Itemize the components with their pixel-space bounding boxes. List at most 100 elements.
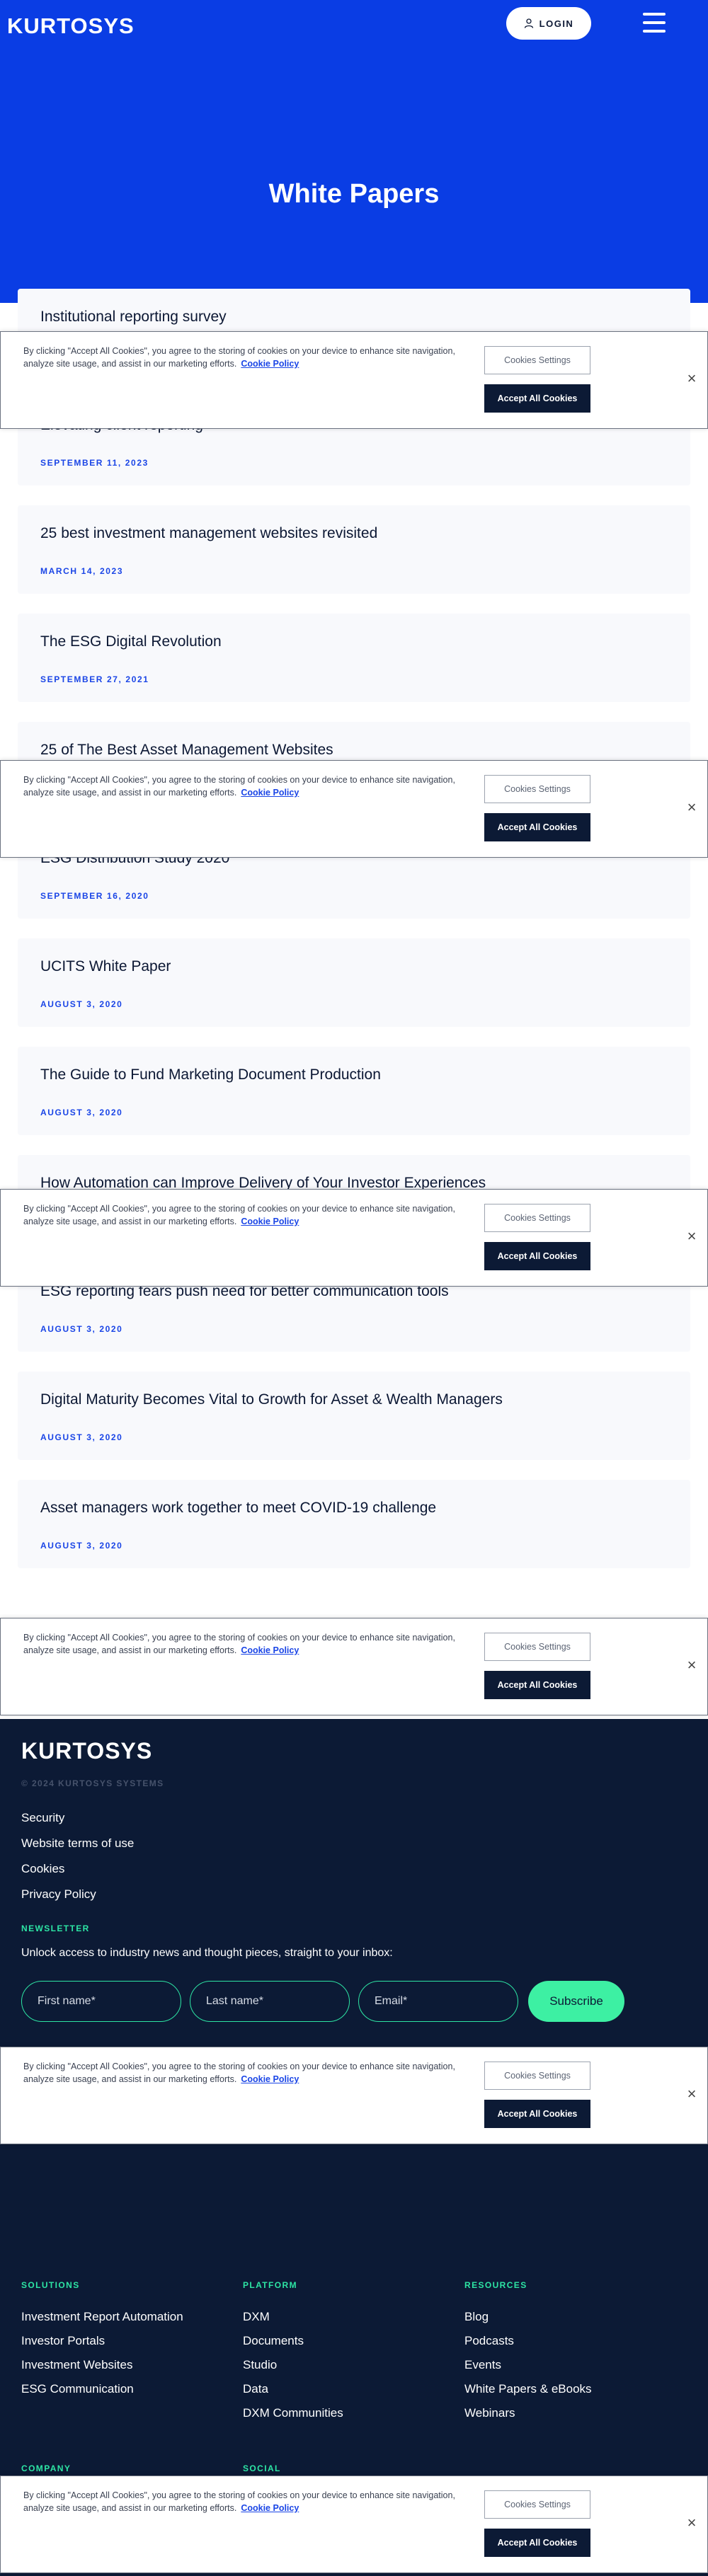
social-heading: SOCIAL (243, 2463, 281, 2473)
link-report-automation[interactable]: Investment Report Automation (21, 2305, 183, 2329)
link-podcasts[interactable]: Podcasts (464, 2329, 592, 2353)
cookies-settings-button[interactable]: Cookies Settings (484, 1204, 590, 1232)
card-title[interactable]: Institutional reporting survey (40, 309, 227, 326)
site-footer: KURTOSYS © 2024 KURTOSYS SYSTEMS Securit… (0, 1719, 708, 2576)
cookie-policy-link[interactable]: Cookie Policy (241, 788, 299, 798)
cookie-policy-link[interactable]: Cookie Policy (241, 359, 299, 369)
resources-heading: RESOURCES (464, 2280, 527, 2290)
card-title[interactable]: UCITS White Paper (40, 958, 171, 975)
card-date: SEPTEMBER 27, 2021 (40, 674, 149, 684)
last-name-input[interactable] (190, 1981, 350, 2022)
link-terms[interactable]: Website terms of use (21, 1831, 134, 1856)
cookie-message: By clicking "Accept All Cookies", you ag… (23, 1204, 455, 1226)
card-title[interactable]: Asset managers work together to meet COV… (40, 1500, 436, 1517)
page-title: White Papers (268, 179, 440, 209)
link-investor-portals[interactable]: Investor Portals (21, 2329, 183, 2353)
accept-all-cookies-button[interactable]: Accept All Cookies (484, 2100, 590, 2128)
hamburger-menu-icon[interactable] (643, 13, 666, 33)
link-privacy[interactable]: Privacy Policy (21, 1882, 134, 1907)
close-icon[interactable]: × (685, 1657, 699, 1673)
accept-all-cookies-button[interactable]: Accept All Cookies (484, 1671, 590, 1699)
link-data[interactable]: Data (243, 2377, 343, 2401)
login-button[interactable]: LOGIN (506, 7, 591, 40)
cookie-policy-link[interactable]: Cookie Policy (241, 2074, 299, 2084)
card-title[interactable]: 25 of The Best Asset Management Websites (40, 742, 333, 759)
close-icon[interactable]: × (685, 2515, 699, 2531)
close-icon[interactable]: × (685, 1229, 699, 1244)
accept-all-cookies-button[interactable]: Accept All Cookies (484, 384, 590, 413)
platform-list: DXM Documents Studio Data DXM Communitie… (243, 2305, 343, 2425)
footer-logo[interactable]: KURTOSYS (21, 1738, 152, 1764)
link-webinars[interactable]: Webinars (464, 2401, 592, 2425)
company-heading: COMPANY (21, 2463, 72, 2473)
close-icon[interactable]: × (685, 800, 699, 815)
cookie-policy-link[interactable]: Cookie Policy (241, 2503, 299, 2513)
hero-banner: KURTOSYS LOGIN White Papers (0, 0, 708, 303)
link-esg-communication[interactable]: ESG Communication (21, 2377, 183, 2401)
link-dxm[interactable]: DXM (243, 2305, 343, 2329)
resources-list: Blog Podcasts Events White Papers & eBoo… (464, 2305, 592, 2425)
link-events[interactable]: Events (464, 2353, 592, 2377)
card-title[interactable]: The ESG Digital Revolution (40, 633, 222, 650)
list-item[interactable]: Asset managers work together to meet COV… (18, 1480, 690, 1568)
cookies-settings-button[interactable]: Cookies Settings (484, 346, 590, 374)
link-security[interactable]: Security (21, 1805, 134, 1831)
close-icon[interactable]: × (685, 2086, 699, 2102)
accept-all-cookies-button[interactable]: Accept All Cookies (484, 1242, 590, 1270)
list-item[interactable]: Digital Maturity Becomes Vital to Growth… (18, 1372, 690, 1460)
link-white-papers[interactable]: White Papers & eBooks (464, 2377, 592, 2401)
link-cookies[interactable]: Cookies (21, 1856, 134, 1882)
card-date: SEPTEMBER 11, 2023 (40, 458, 149, 468)
card-date: AUGUST 3, 2020 (40, 999, 123, 1009)
cookie-banner: By clicking "Accept All Cookies", you ag… (0, 331, 708, 429)
list-item[interactable]: The Guide to Fund Marketing Document Pro… (18, 1047, 690, 1135)
email-input[interactable] (358, 1981, 518, 2022)
copyright: © 2024 KURTOSYS SYSTEMS (21, 1778, 164, 1788)
card-title[interactable]: Digital Maturity Becomes Vital to Growth… (40, 1391, 503, 1408)
accept-all-cookies-button[interactable]: Accept All Cookies (484, 2529, 590, 2557)
close-icon[interactable]: × (685, 371, 699, 386)
cookie-message: By clicking "Accept All Cookies", you ag… (23, 346, 455, 369)
card-date: AUGUST 3, 2020 (40, 1541, 123, 1551)
kurtosys-logo[interactable]: KURTOSYS (7, 13, 135, 39)
list-item[interactable]: 25 best investment management websites r… (18, 505, 690, 594)
cookie-banner: By clicking "Accept All Cookies", you ag… (0, 1189, 708, 1287)
user-icon (524, 18, 533, 28)
legal-links: Security Website terms of use Cookies Pr… (21, 1805, 134, 1907)
card-date: AUGUST 3, 2020 (40, 1324, 123, 1334)
card-date: AUGUST 3, 2020 (40, 1108, 123, 1117)
card-date: AUGUST 3, 2020 (40, 1432, 123, 1442)
cookie-banner: By clicking "Accept All Cookies", you ag… (0, 2047, 708, 2144)
platform-heading: PLATFORM (243, 2280, 297, 2290)
newsletter-heading: NEWSLETTER (21, 1924, 90, 1933)
cookie-message: By clicking "Accept All Cookies", you ag… (23, 2062, 455, 2084)
cookie-policy-link[interactable]: Cookie Policy (241, 1217, 299, 1226)
list-item[interactable]: UCITS White Paper AUGUST 3, 2020 (18, 938, 690, 1027)
link-studio[interactable]: Studio (243, 2353, 343, 2377)
link-dxm-communities[interactable]: DXM Communities (243, 2401, 343, 2425)
cookies-settings-button[interactable]: Cookies Settings (484, 2062, 590, 2090)
cookie-message: By clicking "Accept All Cookies", you ag… (23, 2490, 455, 2513)
solutions-list: Investment Report Automation Investor Po… (21, 2305, 183, 2401)
subscribe-button[interactable]: Subscribe (528, 1981, 624, 2022)
cookies-settings-button[interactable]: Cookies Settings (484, 1633, 590, 1661)
cookie-banner: By clicking "Accept All Cookies", you ag… (0, 2476, 708, 2573)
link-investment-websites[interactable]: Investment Websites (21, 2353, 183, 2377)
card-date: SEPTEMBER 16, 2020 (40, 891, 149, 901)
list-item[interactable]: The ESG Digital Revolution SEPTEMBER 27,… (18, 614, 690, 702)
link-documents[interactable]: Documents (243, 2329, 343, 2353)
card-title[interactable]: The Guide to Fund Marketing Document Pro… (40, 1066, 381, 1083)
solutions-heading: SOLUTIONS (21, 2280, 80, 2290)
cookie-message: By clicking "Accept All Cookies", you ag… (23, 775, 455, 798)
first-name-input[interactable] (21, 1981, 181, 2022)
cookie-policy-link[interactable]: Cookie Policy (241, 1645, 299, 1655)
cookies-settings-button[interactable]: Cookies Settings (484, 775, 590, 803)
link-blog[interactable]: Blog (464, 2305, 592, 2329)
cookie-banner: By clicking "Accept All Cookies", you ag… (0, 760, 708, 858)
card-title[interactable]: 25 best investment management websites r… (40, 525, 377, 542)
cookie-banner: By clicking "Accept All Cookies", you ag… (0, 1618, 708, 1715)
card-date: MARCH 14, 2023 (40, 566, 124, 576)
cookie-message: By clicking "Accept All Cookies", you ag… (23, 1633, 455, 1655)
cookies-settings-button[interactable]: Cookies Settings (484, 2490, 590, 2519)
accept-all-cookies-button[interactable]: Accept All Cookies (484, 813, 590, 841)
